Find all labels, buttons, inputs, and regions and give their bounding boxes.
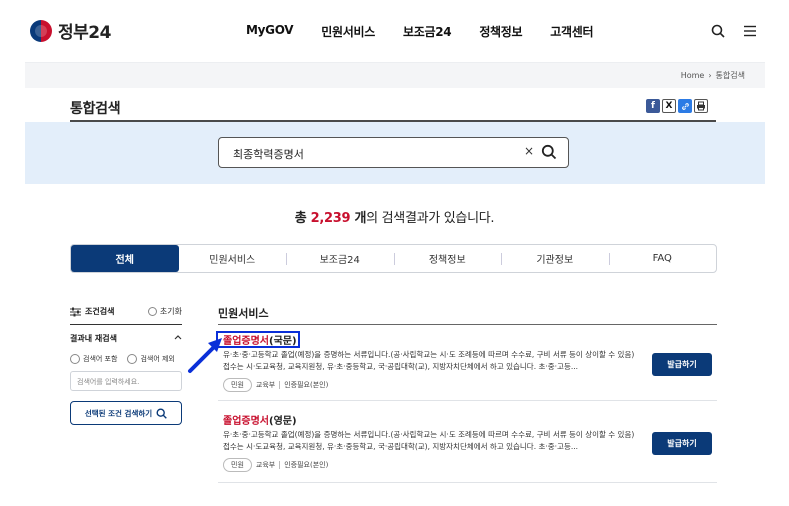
search-icon[interactable] (709, 22, 727, 40)
page-title: 통합검색 (70, 101, 121, 117)
logo-text: 정부24 (58, 23, 111, 43)
print-icon[interactable] (694, 99, 708, 113)
result-badge: 민원 (223, 378, 252, 392)
radio-exclude-label: 검색어 제외 (140, 355, 175, 363)
radio-include[interactable]: 검색어 포함 (70, 354, 117, 364)
result-org: 교육부 (255, 461, 276, 469)
meta-separator (279, 461, 281, 469)
taegeuk-logo-icon (30, 19, 52, 42)
clear-icon[interactable]: × (524, 144, 534, 158)
result-badge: 민원 (223, 458, 252, 472)
result-divider (218, 400, 717, 401)
result-count-unit: 개 (350, 211, 367, 226)
result-meta: 민원 교육부 인증필요(본인) (223, 378, 328, 392)
radio-include-circle[interactable] (70, 354, 80, 364)
result-description: 유·초·중·고등학교 졸업(예정)을 증명하는 서류입니다.(공·사립학교는 시… (223, 430, 635, 451)
nav-item-policy[interactable]: 정책정보 (479, 23, 522, 40)
result-description: 유·초·중·고등학교 졸업(예정)을 증명하는 서류입니다.(공·사립학교는 시… (223, 350, 635, 371)
radio-exclude[interactable]: 검색어 제외 (127, 354, 175, 364)
filter-divider (70, 324, 182, 325)
nav-item-customer-center[interactable]: 고객센터 (550, 23, 593, 40)
result-count-number: 2,239 (310, 211, 351, 226)
breadcrumb-strip: Home › 통합검색 (25, 62, 765, 88)
category-tabs: 전체 민원서비스 보조금24 정책정보 기관정보 FAQ (70, 244, 717, 273)
re-search-header[interactable]: 결과내 재검색 (70, 333, 182, 344)
tab-civil-service[interactable]: 민원서비스 (179, 245, 287, 272)
reset-button[interactable]: 초기화 (147, 306, 182, 317)
section-title: 민원서비스 (218, 307, 269, 320)
result-count: 총 2,239 개의 검색결과가 있습니다. (0, 207, 789, 226)
section-divider (218, 324, 717, 325)
main-nav: MyGOV 민원서비스 보조금24 정책정보 고객센터 (246, 23, 594, 40)
reset-label: 초기화 (159, 307, 182, 316)
list-item: 졸업증명서(영문) 유·초·중·고등학교 졸업(예정)을 증명하는 서류입니다.… (218, 412, 717, 484)
search-input[interactable]: 최종학력증명서 × (218, 137, 569, 168)
radio-exclude-circle[interactable] (127, 354, 138, 364)
x-icon[interactable]: X (662, 99, 676, 113)
site-header: 정부24 MyGOV 민원서비스 보조금24 정책정보 고객센터 (0, 0, 789, 62)
chevron-right-icon: › (708, 71, 712, 80)
nav-item-civil-service[interactable]: 민원서비스 (321, 23, 375, 40)
meta-separator (279, 381, 281, 389)
radio-include-label: 검색어 포함 (83, 355, 118, 363)
tab-subsidy24[interactable]: 보조금24 (286, 245, 394, 272)
sliders-icon (70, 307, 81, 316)
tab-all[interactable]: 전체 (71, 245, 179, 272)
issue-button[interactable]: 발급하기 (652, 353, 712, 376)
condition-search-label: 선택된 조건 검색하기 (84, 408, 153, 418)
result-title[interactable]: 졸업증명서(영문) (218, 412, 717, 427)
reset-icon (147, 307, 157, 316)
search-button-icon[interactable] (541, 144, 557, 164)
search-input-value[interactable]: 최종학력증명서 (233, 146, 304, 162)
tab-faq[interactable]: FAQ (608, 245, 717, 272)
result-divider (218, 482, 717, 483)
annotation-highlight-box (216, 331, 300, 348)
nav-item-mygov[interactable]: MyGOV (246, 23, 294, 40)
re-search-label: 결과내 재검색 (70, 334, 117, 343)
condition-search-button[interactable]: 선택된 조건 검색하기 (70, 401, 182, 425)
search-icon (156, 407, 167, 419)
result-auth: 인증필요(본인) (284, 461, 329, 469)
nav-item-subsidy24[interactable]: 보조금24 (403, 23, 452, 40)
facebook-icon[interactable]: f (646, 99, 660, 113)
filter-keyword-input[interactable]: 검색어를 입력하세요. (70, 371, 182, 391)
result-count-suffix: 의 검색결과가 있습니다. (366, 211, 495, 226)
breadcrumb-current: 통합검색 (715, 71, 745, 80)
header-icons (709, 22, 759, 40)
breadcrumb-home[interactable]: Home (681, 71, 705, 80)
result-title-rest: (영문) (269, 416, 297, 427)
breadcrumb: Home › 통합검색 (681, 70, 745, 81)
result-auth: 인증필요(본인) (284, 381, 329, 389)
tab-policy[interactable]: 정책정보 (393, 245, 502, 272)
share-icons: f X (646, 99, 708, 113)
issue-button[interactable]: 발급하기 (652, 432, 712, 455)
search-mode-radios: 검색어 포함 검색어 제외 (70, 354, 175, 364)
link-icon[interactable] (678, 99, 692, 113)
logo[interactable]: 정부24 (30, 18, 111, 43)
filter-header: 조건검색 초기화 (70, 306, 182, 317)
result-title-highlight: 졸업증명서 (223, 416, 269, 427)
filter-title-label: 조건검색 (85, 307, 115, 316)
chevron-up-icon[interactable] (174, 333, 182, 344)
tab-agency[interactable]: 기관정보 (501, 245, 609, 272)
annotation-arrow-icon (188, 338, 222, 373)
menu-icon[interactable] (741, 22, 759, 40)
filter-title: 조건검색 (70, 306, 114, 317)
result-org: 교육부 (255, 381, 276, 389)
result-count-prefix: 총 (294, 211, 311, 226)
result-meta: 민원 교육부 인증필요(본인) (223, 458, 328, 472)
